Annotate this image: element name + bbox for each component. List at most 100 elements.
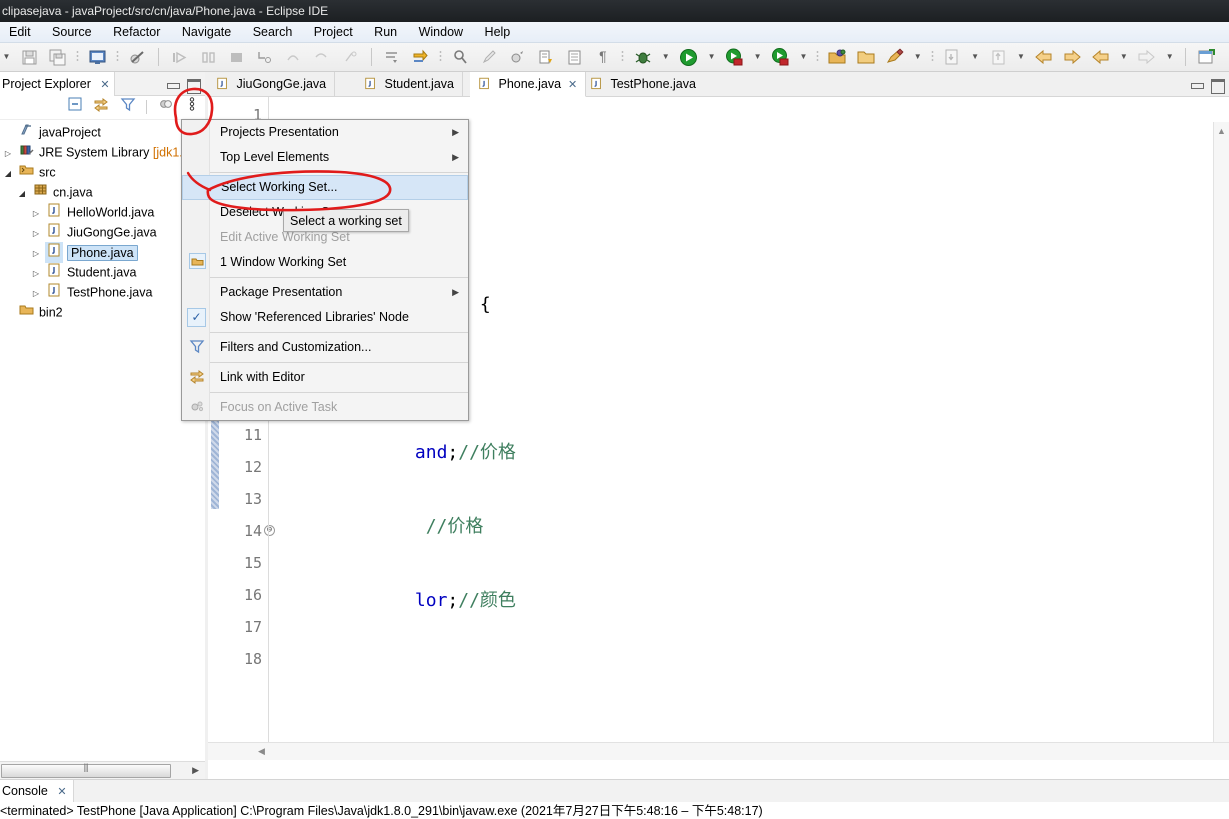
expand-arrow-icon[interactable]: ▷ xyxy=(30,204,42,224)
tree-item-helloworld-java[interactable]: ▷ HelloWorld.java xyxy=(0,202,205,222)
run-coverage-icon[interactable] xyxy=(723,43,747,70)
menu-item-package-presentation[interactable]: Package Presentation ▶ xyxy=(182,280,468,305)
tab-project-explorer[interactable]: Project Explorer ✕ xyxy=(0,72,115,96)
open-type-icon[interactable] xyxy=(562,43,586,70)
pilcrow-icon[interactable]: ¶ xyxy=(591,43,615,70)
tree-item-cn-java[interactable]: ◢ cn.java xyxy=(0,182,205,202)
run-dropdown-chevron-icon[interactable]: ▼ xyxy=(705,43,718,70)
scroll-right-arrow-icon[interactable]: ▶ xyxy=(192,765,199,776)
menu-item-1-window-working-set[interactable]: 1 Window Working Set xyxy=(182,250,468,275)
toolbar-drag-handle[interactable] xyxy=(74,43,81,70)
expand-arrow-icon[interactable]: ▷ xyxy=(2,144,14,164)
menu-item-top-level-elements[interactable]: Top Level Elements ▶ xyxy=(182,145,468,170)
coverage-dropdown-chevron-icon[interactable]: ▼ xyxy=(751,43,764,70)
tree-item-phone-java[interactable]: ▷ Phone.java xyxy=(0,242,205,264)
menu-item-filters-and-customization[interactable]: Filters and Customization... xyxy=(182,335,468,360)
collapse-all-icon[interactable] xyxy=(64,96,86,118)
menu-item-link-with-editor[interactable]: Link with Editor xyxy=(182,365,468,390)
debug-icon[interactable] xyxy=(631,43,655,70)
link-with-editor-icon[interactable] xyxy=(90,96,112,118)
tab-student-java[interactable]: Student.java xyxy=(356,72,463,97)
close-icon[interactable]: ✕ xyxy=(568,79,577,91)
menu-item-refactor[interactable]: Refactor xyxy=(104,22,169,43)
tree-item-src[interactable]: ◢ src xyxy=(0,162,205,182)
tree-item-student-java[interactable]: ▷ Student.java xyxy=(0,262,205,282)
tab-testphone-java[interactable]: TestPhone.java xyxy=(582,72,704,97)
tree-item-bin2[interactable]: bin2 xyxy=(0,302,205,322)
scroll-left-arrow-icon[interactable]: ◀ xyxy=(258,746,265,757)
menu-item-search[interactable]: Search xyxy=(244,22,302,43)
minimize-icon[interactable] xyxy=(1189,76,1205,92)
tree-item-javaproject[interactable]: javaProject xyxy=(0,122,205,142)
menu-item-window[interactable]: Window xyxy=(410,22,472,43)
new-file-icon[interactable] xyxy=(534,43,558,70)
editor-vertical-scrollbar[interactable]: ▲ ▼ xyxy=(1213,122,1229,760)
menu-item-show-referenced-libraries-node[interactable]: ✓ Show 'Referenced Libraries' Node xyxy=(182,305,468,330)
close-icon[interactable]: ✕ xyxy=(100,79,109,91)
close-icon[interactable]: ✕ xyxy=(57,786,66,798)
expand-arrow-icon[interactable]: ▷ xyxy=(30,264,42,284)
menu-item-source[interactable]: Source xyxy=(43,22,101,43)
toolbar-drag-handle-2[interactable] xyxy=(114,43,121,70)
menu-item-project[interactable]: Project xyxy=(305,22,362,43)
view-filter-icon[interactable] xyxy=(117,96,139,118)
toolbar-drag-handle-4[interactable] xyxy=(619,43,626,70)
tree-item-jre-system-library[interactable]: ▷ JRE System Library [jdk1.8. xyxy=(0,142,205,162)
search-icon[interactable] xyxy=(449,43,473,70)
menu-item-edit[interactable]: Edit xyxy=(0,22,40,43)
open-console-icon[interactable] xyxy=(86,43,110,70)
last-edit-location-icon[interactable] xyxy=(409,43,433,70)
menu-item-help[interactable]: Help xyxy=(476,22,520,43)
import-dropdown-chevron-icon[interactable]: ▼ xyxy=(969,43,982,70)
run-last-dropdown-chevron-icon[interactable]: ▼ xyxy=(797,43,810,70)
back-dropdown-chevron-icon[interactable]: ▼ xyxy=(1117,43,1130,70)
maximize-icon[interactable] xyxy=(1209,76,1225,94)
maximize-icon[interactable] xyxy=(185,76,201,94)
open-folder-icon[interactable] xyxy=(854,43,878,70)
scroll-up-arrow-icon[interactable]: ▲ xyxy=(1217,126,1226,136)
save-all-icon[interactable] xyxy=(46,43,70,70)
tab-phone-java[interactable]: Phone.java ✕ xyxy=(470,72,587,97)
tree-item-testphone-java[interactable]: ▷ TestPhone.java xyxy=(0,282,205,302)
menu-item-projects-presentation[interactable]: Projects Presentation ▶ xyxy=(182,120,468,145)
run-icon[interactable] xyxy=(677,43,701,70)
menu-item-navigate[interactable]: Navigate xyxy=(173,22,240,43)
next-annotation-icon[interactable] xyxy=(380,43,404,70)
tab-console[interactable]: Console ✕ xyxy=(0,780,74,802)
tab-jiugongge-java[interactable]: JiuGongGe.java xyxy=(208,72,336,97)
forward-dropdown-chevron-icon[interactable]: ▼ xyxy=(1163,43,1176,70)
debug-dropdown-chevron-icon[interactable]: ▼ xyxy=(659,43,672,70)
collapse-arrow-icon[interactable]: ◢ xyxy=(16,184,28,204)
new-project-dropdown-chevron-icon[interactable]: ▼ xyxy=(911,43,924,70)
menu-item-run[interactable]: Run xyxy=(365,22,406,43)
working-set-toggle-icon[interactable] xyxy=(155,96,177,118)
new-package-icon[interactable] xyxy=(826,43,850,70)
open-perspective-icon[interactable] xyxy=(1194,43,1218,70)
export-dropdown-chevron-icon[interactable]: ▼ xyxy=(1014,43,1027,70)
project-explorer-horizontal-scrollbar[interactable]: ▶ xyxy=(0,761,205,779)
menu-item-select-working-set[interactable]: Select Working Set... xyxy=(182,175,468,200)
expand-arrow-icon[interactable]: ▷ xyxy=(30,284,42,304)
toolbar-drag-handle-6[interactable] xyxy=(929,43,936,70)
view-menu-icon[interactable] xyxy=(181,96,203,118)
scrollbar-thumb[interactable] xyxy=(1,764,171,778)
editor-horizontal-scrollbar[interactable]: ◀ xyxy=(208,742,1229,760)
collapse-arrow-icon[interactable]: ◢ xyxy=(2,164,14,184)
toolbar-drag-handle-5[interactable] xyxy=(814,43,821,70)
toolbar-overflow-chevron-icon[interactable]: ▼ xyxy=(0,43,13,70)
expand-arrow-icon[interactable]: ▷ xyxy=(30,244,42,264)
skip-breakpoints-icon[interactable] xyxy=(126,43,150,70)
new-project-icon[interactable] xyxy=(883,43,907,70)
tree-item-jiugongge-java[interactable]: ▷ JiuGongGe.java xyxy=(0,222,205,242)
back-history-icon[interactable] xyxy=(1032,43,1056,70)
new-java-class-icon[interactable] xyxy=(506,43,530,70)
forward-history-icon[interactable] xyxy=(1060,43,1084,70)
console-output[interactable]: <terminated> TestPhone [Java Application… xyxy=(0,802,1229,819)
run-last-tool-icon[interactable] xyxy=(769,43,793,70)
minimize-icon[interactable] xyxy=(165,76,181,92)
back-icon[interactable] xyxy=(1089,43,1113,70)
menu-item-focus-on-active-task: Focus on Active Task xyxy=(182,395,468,420)
toolbar-drag-handle-3[interactable] xyxy=(437,43,444,70)
save-icon[interactable] xyxy=(17,43,41,70)
expand-arrow-icon[interactable]: ▷ xyxy=(30,224,42,244)
